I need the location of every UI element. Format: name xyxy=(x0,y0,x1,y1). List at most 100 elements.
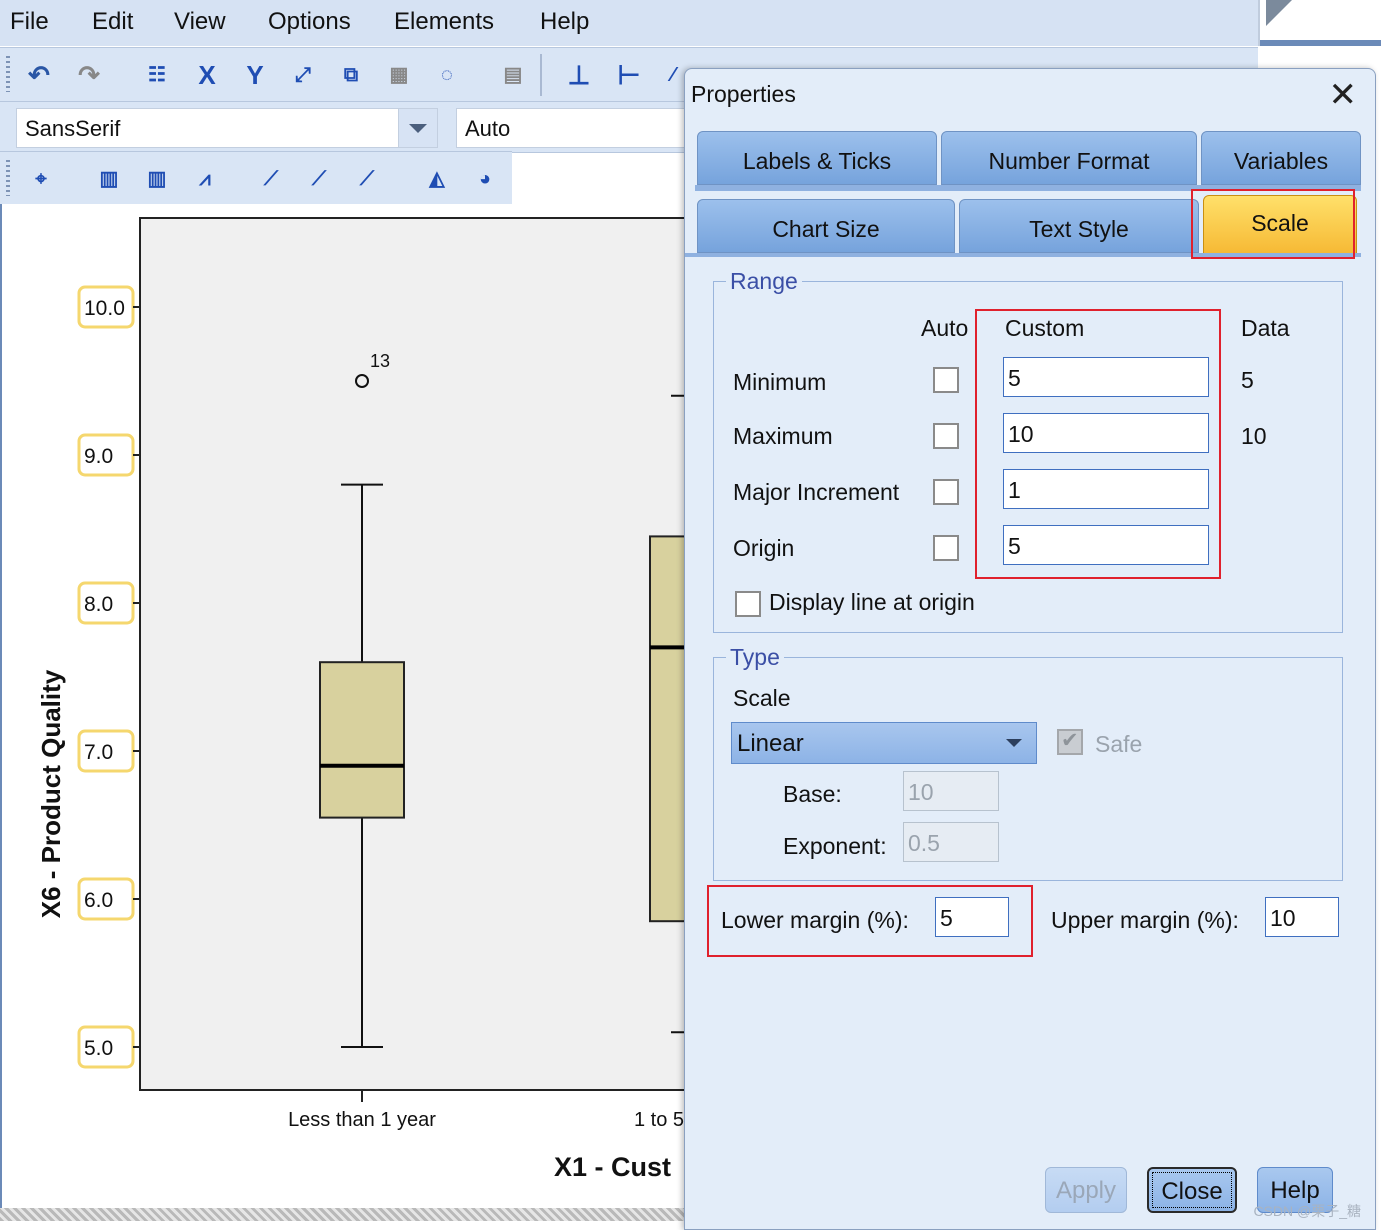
menu-elements[interactable]: Elements xyxy=(394,8,494,36)
toolbar-chart-elements: ⌖ ▥ ▥ ⩘ ⟋ ⟋ ⟋ ◭ ◕ xyxy=(0,151,512,205)
minimum-auto-checkbox[interactable] xyxy=(933,367,959,393)
y-axis-title: X6 - Product Quality xyxy=(36,669,66,918)
lower-margin-label: Lower margin (%): xyxy=(721,907,909,933)
scale-type-select[interactable]: Linear xyxy=(731,722,1037,764)
tab-chart-size[interactable]: Chart Size xyxy=(697,199,955,253)
window-corner xyxy=(1258,0,1381,46)
origin-label: Origin xyxy=(733,535,795,561)
maximum-label: Maximum xyxy=(733,423,833,449)
boxplot-chart[interactable]: 10.0 9.0 8.0 7.0 6.0 5.0 X6 - Product Quality X… xyxy=(2,204,692,1210)
maximum-custom-input[interactable]: 10 xyxy=(1003,413,1209,453)
apply-button[interactable]: Apply xyxy=(1045,1167,1127,1213)
menu-help[interactable]: Help xyxy=(540,8,589,36)
properties-dialog: Properties ✕ Labels & Ticks Number Forma… xyxy=(684,68,1376,1230)
transform-icon[interactable]: ⧉ xyxy=(334,58,368,92)
x-axis-icon[interactable]: X xyxy=(190,58,224,92)
interpolation-icon[interactable]: ⟋ xyxy=(350,162,384,196)
tab-text-style[interactable]: Text Style xyxy=(959,199,1199,253)
upper-margin-label: Upper margin (%): xyxy=(1051,907,1239,933)
menu-bar: File Edit View Options Elements Help xyxy=(0,0,1258,46)
dialog-title: Properties xyxy=(691,81,796,107)
menu-view[interactable]: View xyxy=(174,8,226,36)
font-family-value: SansSerif xyxy=(25,116,121,141)
crosshair-icon[interactable]: ⌖ xyxy=(24,162,58,196)
minimum-custom-input[interactable]: 5 xyxy=(1003,357,1209,397)
maximum-auto-checkbox[interactable] xyxy=(933,423,959,449)
close-button[interactable]: Close xyxy=(1147,1167,1237,1213)
watermark: CSDN @栗子_糖 xyxy=(1253,1203,1361,1219)
toolbar-grip[interactable] xyxy=(6,160,10,196)
display-line-label: Display line at origin xyxy=(769,589,975,615)
plot-area xyxy=(139,217,692,1091)
safe-checkbox[interactable] xyxy=(1057,728,1083,755)
font-size-value: Auto xyxy=(465,116,511,141)
maximum-data-value: 10 xyxy=(1241,423,1267,449)
corner-triangle-icon xyxy=(1266,0,1292,26)
toolbar-grip[interactable] xyxy=(6,56,10,92)
major-increment-custom-input[interactable]: 1 xyxy=(1003,469,1209,509)
toolbar-font: SansSerif Auto xyxy=(0,101,700,153)
col-data-header: Data xyxy=(1241,315,1290,341)
safe-label: Safe xyxy=(1095,731,1143,757)
upper-margin-input[interactable]: 10 xyxy=(1265,897,1339,937)
undo-icon[interactable]: ↶ xyxy=(22,58,56,92)
menu-file[interactable]: File xyxy=(10,8,49,36)
fit-line-icon[interactable]: ⟋ xyxy=(254,162,288,196)
tab-number-format[interactable]: Number Format xyxy=(941,131,1197,185)
y-tick-label: 8.0 xyxy=(84,593,113,616)
distribution-icon[interactable]: ◭ xyxy=(420,162,454,196)
range-legend: Range xyxy=(726,268,802,295)
tab-scale[interactable]: Scale xyxy=(1203,195,1357,255)
chevron-down-icon[interactable] xyxy=(398,109,437,147)
y-axis-icon[interactable]: Y xyxy=(238,58,272,92)
major-increment-label: Major Increment xyxy=(733,479,900,505)
origin-auto-checkbox[interactable] xyxy=(933,535,959,561)
tab-variables[interactable]: Variables xyxy=(1201,131,1361,185)
menu-options[interactable]: Options xyxy=(268,8,351,36)
base-input[interactable]: 10 xyxy=(903,771,999,811)
x-tick-label: 1 to 5 xyxy=(634,1109,684,1131)
lower-margin-input[interactable]: 5 xyxy=(935,897,1009,937)
col-custom-header: Custom xyxy=(1005,315,1085,341)
major-increment-auto-checkbox[interactable] xyxy=(933,479,959,505)
exponent-label: Exponent: xyxy=(783,833,887,859)
menu-edit[interactable]: Edit xyxy=(92,8,133,36)
scale-icon[interactable]: ⤢ xyxy=(286,58,320,92)
tab-labels-ticks[interactable]: Labels & Ticks xyxy=(697,131,937,185)
properties-icon[interactable]: ☷ xyxy=(140,58,174,92)
fit-line-icon[interactable]: ⟋ xyxy=(302,162,336,196)
type-legend: Type xyxy=(726,644,784,671)
bar-chart-icon[interactable]: ▥ xyxy=(140,162,174,196)
line-chart-icon[interactable]: ⩘ xyxy=(188,162,222,196)
x-axis-line-icon[interactable]: ⊥ xyxy=(562,58,596,92)
y-axis-line-icon[interactable]: ⊢ xyxy=(612,58,646,92)
lasso-icon[interactable]: ◌ xyxy=(430,58,464,92)
y-tick-label: 9.0 xyxy=(84,445,113,468)
font-family-combo[interactable]: SansSerif xyxy=(16,108,438,148)
font-size-combo[interactable]: Auto xyxy=(456,108,698,148)
y-tick-label: 10.0 xyxy=(84,297,125,320)
exponent-input[interactable]: 0.5 xyxy=(903,822,999,862)
bar-chart-icon[interactable]: ▥ xyxy=(92,162,126,196)
3d-icon[interactable]: ▦ xyxy=(382,58,416,92)
x-axis-title: X1 - Cust xyxy=(554,1152,671,1182)
close-icon[interactable]: ✕ xyxy=(1329,75,1358,115)
redo-icon[interactable]: ↷ xyxy=(72,58,106,92)
minimum-data-value: 5 xyxy=(1241,367,1254,393)
outlier-label: 13 xyxy=(370,351,390,371)
display-line-checkbox[interactable] xyxy=(735,591,761,617)
scale-type-label: Scale xyxy=(733,685,791,711)
y-tick-label: 7.0 xyxy=(84,741,113,764)
base-label: Base: xyxy=(783,781,842,807)
y-tick-label: 6.0 xyxy=(84,889,113,912)
col-auto-header: Auto xyxy=(921,315,969,341)
x-tick-label: Less than 1 year xyxy=(288,1109,436,1131)
origin-custom-input[interactable]: 5 xyxy=(1003,525,1209,565)
status-strip xyxy=(0,1208,690,1221)
pie-icon[interactable]: ◕ xyxy=(468,162,502,196)
chart-pane: 10.0 9.0 8.0 7.0 6.0 5.0 X6 - Product Quality X… xyxy=(0,204,692,1210)
data-icon[interactable]: ▤ xyxy=(496,58,530,92)
minimum-label: Minimum xyxy=(733,369,827,395)
box-iqr xyxy=(319,661,405,819)
y-tick-label: 5.0 xyxy=(84,1037,113,1060)
